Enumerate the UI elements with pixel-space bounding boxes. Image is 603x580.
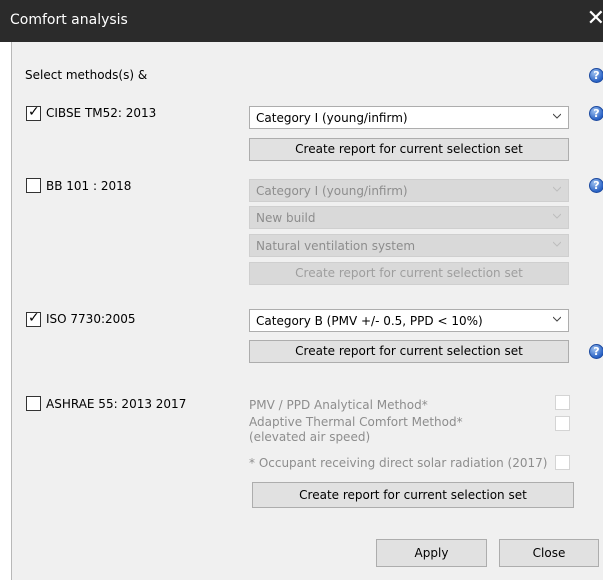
chevron-down-icon — [553, 113, 561, 119]
cibse-report-button[interactable]: Create report for current selection set — [249, 138, 569, 161]
ashrae-report-button[interactable]: Create report for current selection set — [252, 482, 574, 508]
cibse-label: CIBSE TM52: 2013 — [46, 106, 157, 120]
bb101-build-select[interactable]: New build — [249, 206, 569, 229]
apply-button[interactable]: Apply — [376, 539, 487, 567]
iso-category-value: Category B (PMV +/- 0.5, PPD < 10%) — [256, 314, 483, 328]
cibse-category-value: Category I (young/infirm) — [256, 111, 408, 125]
iso-checkbox[interactable]: ✓ — [26, 310, 41, 327]
iso-help-icon[interactable]: ? — [589, 344, 603, 359]
solar-radiation-label: * Occupant receiving direct solar radiat… — [249, 456, 548, 470]
close-icon[interactable]: ✕ — [587, 8, 603, 30]
adaptive-method-checkbox[interactable] — [555, 416, 570, 431]
bb101-checkbox[interactable] — [26, 178, 41, 193]
chevron-down-icon — [553, 241, 561, 247]
cibse-checkbox[interactable]: ✓ — [26, 104, 41, 121]
iso-report-button[interactable]: Create report for current selection set — [249, 340, 569, 363]
bb101-ventilation-value: Natural ventilation system — [256, 239, 416, 253]
checkmark-icon: ✓ — [28, 310, 40, 326]
bb101-help-icon[interactable]: ? — [589, 178, 603, 193]
help-icon[interactable]: ? — [589, 68, 603, 83]
pmv-method-label: PMV / PPD Analytical Method* — [249, 398, 428, 412]
iso-label: ISO 7730:2005 — [46, 312, 136, 326]
bb101-ventilation-select[interactable]: Natural ventilation system — [249, 234, 569, 257]
bb101-report-button[interactable]: Create report for current selection set — [249, 262, 569, 285]
dialog-body: Select methods(s) & ? ✓ CIBSE TM52: 2013… — [11, 42, 603, 580]
checkmark-icon: ✓ — [28, 104, 40, 120]
pmv-method-checkbox[interactable] — [555, 395, 570, 410]
bb101-label: BB 101 : 2018 — [46, 179, 132, 193]
bb101-build-value: New build — [256, 211, 316, 225]
bb101-category-select[interactable]: Category I (young/infirm) — [249, 179, 569, 202]
select-methods-label: Select methods(s) & — [25, 68, 148, 82]
iso-category-select[interactable]: Category B (PMV +/- 0.5, PPD < 10%) — [249, 309, 569, 332]
cibse-help-icon[interactable]: ? — [589, 106, 603, 121]
ashrae-checkbox[interactable] — [26, 396, 41, 411]
ashrae-label: ASHRAE 55: 2013 2017 — [46, 397, 187, 411]
cibse-category-select[interactable]: Category I (young/infirm) — [249, 106, 569, 129]
chevron-down-icon — [553, 316, 561, 322]
bb101-category-value: Category I (young/infirm) — [256, 184, 408, 198]
close-button[interactable]: Close — [499, 539, 599, 567]
adaptive-method-sublabel: (elevated air speed) — [249, 430, 371, 444]
chevron-down-icon — [553, 213, 561, 219]
chevron-down-icon — [553, 186, 561, 192]
adaptive-method-label: Adaptive Thermal Comfort Method* — [249, 415, 463, 429]
window-title: Comfort analysis — [10, 12, 128, 28]
solar-radiation-checkbox[interactable] — [555, 455, 570, 470]
title-bar: Comfort analysis ✕ — [0, 0, 603, 42]
